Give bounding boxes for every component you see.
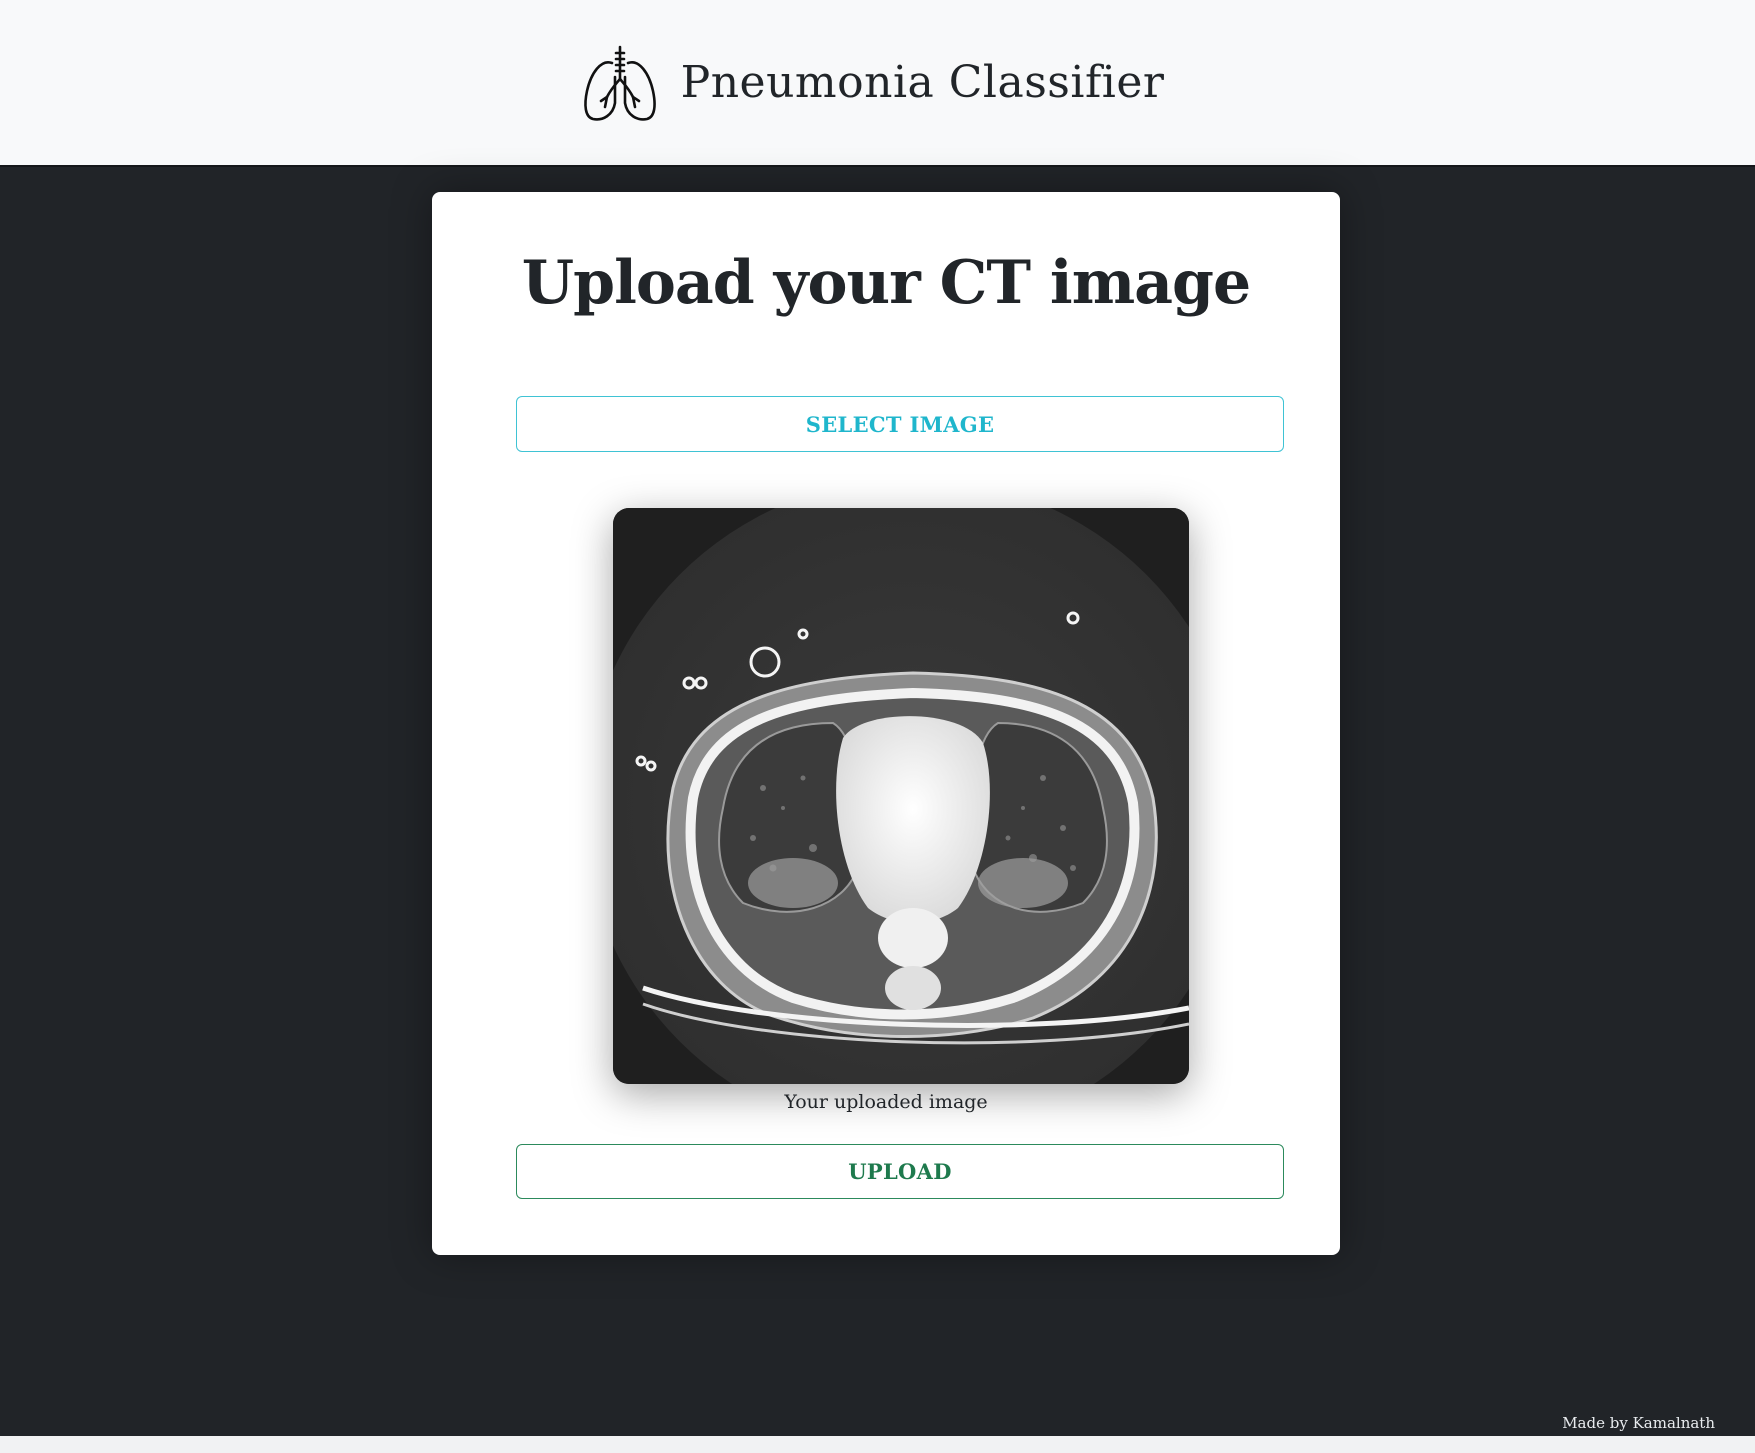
ct-scan-image [613,508,1189,1084]
brand-title: Pneumonia Classifier [680,57,1165,108]
upload-button[interactable]: UPLOAD [516,1144,1284,1199]
lungs-icon [583,45,656,121]
footer-credit: Made by Kamalnath [1562,1414,1715,1432]
uploaded-image-preview [613,508,1189,1084]
bottom-strip [0,1436,1755,1453]
navbar: Pneumonia Classifier [0,0,1755,167]
select-image-button[interactable]: SELECT IMAGE [516,396,1284,452]
page-title: Upload your CT image [521,248,1251,318]
brand[interactable]: Pneumonia Classifier [581,43,1165,123]
preview-caption: Your uploaded image [784,1091,988,1113]
